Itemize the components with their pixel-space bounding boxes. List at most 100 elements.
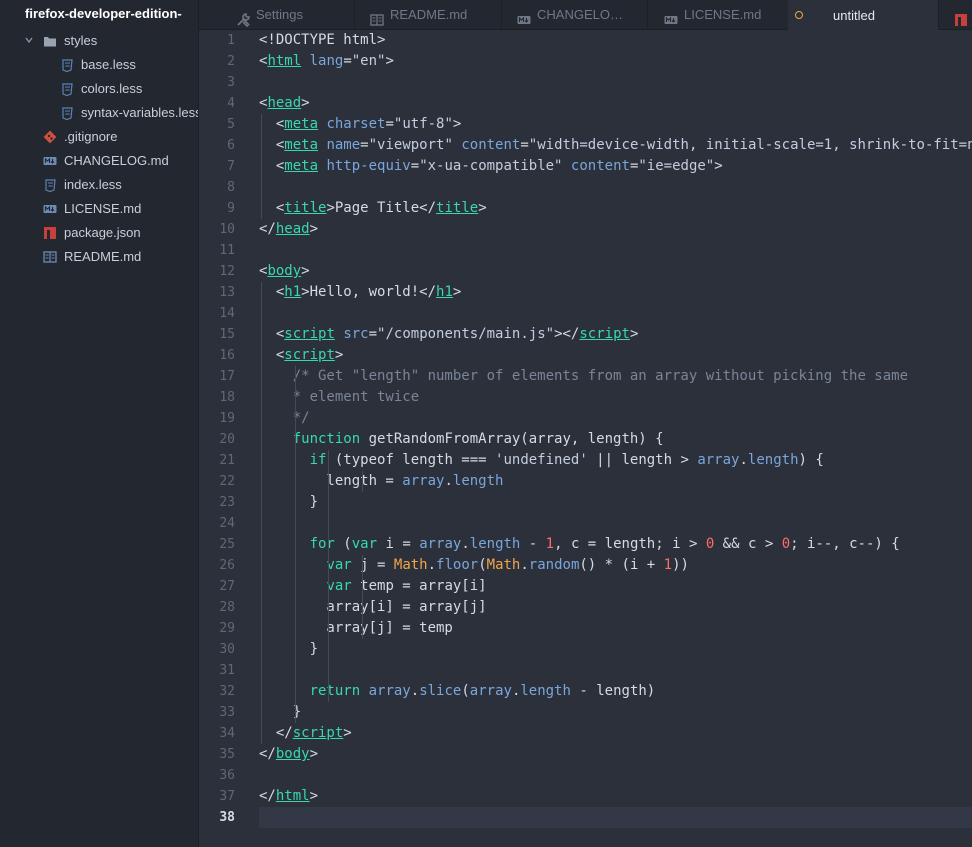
tab-package[interactable] xyxy=(954,0,972,29)
code-token: length xyxy=(469,536,521,552)
code-token: script xyxy=(292,725,344,741)
indent-guide xyxy=(362,471,364,492)
code-token: html xyxy=(275,788,310,804)
tree-file-item[interactable]: index.less xyxy=(43,175,122,195)
code-token: > xyxy=(452,284,462,300)
code-line: <head> xyxy=(259,93,310,114)
chevron-down-icon[interactable] xyxy=(25,36,33,44)
code-line: if (typeof length === 'undefined' || len… xyxy=(259,450,824,471)
tab-label: README.md xyxy=(390,7,468,22)
line-number: 38 xyxy=(219,810,235,825)
code-line: * element twice xyxy=(259,387,419,408)
tree-file-item[interactable]: base.less xyxy=(60,55,136,75)
code-token: . xyxy=(444,473,453,489)
tab-settings[interactable]: Settings xyxy=(236,0,303,29)
code-token: temp = array[i] xyxy=(351,578,487,594)
code-token: . xyxy=(461,536,470,552)
line-number: 17 xyxy=(219,369,235,384)
tab-readme[interactable]: README.md xyxy=(370,0,467,29)
tree-file-item[interactable]: .gitignore xyxy=(43,127,117,147)
code-token: "en" xyxy=(351,53,386,69)
code-token: < xyxy=(259,137,285,153)
line-number: 24 xyxy=(219,516,235,531)
code-token: 1 xyxy=(663,557,673,573)
code-token: script xyxy=(284,347,335,363)
tree-file-item[interactable]: package.json xyxy=(43,223,141,243)
line-number: 21 xyxy=(219,453,235,468)
tree-file-item[interactable]: syntax-variables.less xyxy=(60,103,198,123)
code-token: = xyxy=(385,116,394,132)
code-token: content xyxy=(461,137,521,153)
code-token: */ xyxy=(259,410,310,426)
line-number: 13 xyxy=(219,285,235,300)
code-token: title xyxy=(284,200,327,216)
code-token: body xyxy=(267,263,302,279)
tree-file-item[interactable]: LICENSE.md xyxy=(43,199,141,219)
line-number: 7 xyxy=(227,159,235,174)
tree-file-item[interactable]: CHANGELOG.md xyxy=(43,151,169,171)
code-token: </ xyxy=(259,788,276,804)
line-number: 2 xyxy=(227,54,235,69)
line-number: 20 xyxy=(219,432,235,447)
code-token: || length > xyxy=(587,452,698,468)
tree-file-label: index.less xyxy=(64,177,122,192)
code-token: . xyxy=(739,452,748,468)
cursor-line-highlight xyxy=(259,807,972,828)
line-number: 18 xyxy=(219,390,235,405)
code-token: length xyxy=(452,473,504,489)
code-line: function getRandomFromArray(array, lengt… xyxy=(259,429,664,450)
tree-folder-styles[interactable]: styles xyxy=(43,31,97,51)
indent-guide xyxy=(261,282,262,744)
tab-label: CHANGELO… xyxy=(537,7,623,22)
tab-license[interactable]: LICENSE.md xyxy=(664,0,761,29)
tree-file-item[interactable]: README.md xyxy=(43,247,141,267)
tab-changelog[interactable]: CHANGELO… xyxy=(517,0,623,29)
modified-dot-icon[interactable] xyxy=(795,11,803,19)
code-token: array xyxy=(697,452,740,468)
indent-guide xyxy=(261,114,262,219)
tree-file-label: .gitignore xyxy=(64,129,118,144)
folder-icon xyxy=(43,34,57,48)
tab-label: LICENSE.md xyxy=(684,7,762,22)
tab-label: Settings xyxy=(256,7,303,22)
indent-guide xyxy=(294,366,296,723)
code-token: "ie=edge" xyxy=(638,158,715,174)
tab-untitled[interactable]: untitled xyxy=(788,0,938,30)
code-token: > xyxy=(343,725,352,741)
book-icon xyxy=(370,8,384,26)
code-token: floor xyxy=(436,557,479,573)
code-token: && c > xyxy=(714,536,782,552)
line-number: 15 xyxy=(219,327,235,342)
tree-view: firefox-developer-edition- styles base.l… xyxy=(0,0,199,847)
line-number: 34 xyxy=(219,726,235,741)
code-token: ( xyxy=(461,683,470,699)
code-editor[interactable]: 1 2 3 4 5 6 7 8 9 10 11 12 13 14 15 16 17 18 19 20 21 22 23 24 2… xyxy=(199,30,972,847)
code-token: var xyxy=(326,578,352,594)
code-token: meta xyxy=(284,116,319,132)
css-file-icon xyxy=(60,106,74,121)
code-token: 0 xyxy=(705,536,715,552)
project-title[interactable]: firefox-developer-edition- xyxy=(25,6,182,21)
code-token: random xyxy=(528,557,580,573)
code-token: meta xyxy=(284,137,319,153)
code-line: for (var i = array.length - 1, c = lengt… xyxy=(259,534,900,555)
code-token: ></ xyxy=(554,326,580,342)
code-token: )) xyxy=(672,557,689,573)
book-icon xyxy=(43,250,57,264)
code-token: > xyxy=(309,746,319,762)
code-token: slice xyxy=(419,683,462,699)
line-number: 23 xyxy=(219,495,235,510)
code-token: var xyxy=(326,557,352,573)
css-file-icon xyxy=(60,58,74,73)
tree-file-item[interactable]: colors.less xyxy=(60,79,142,99)
code-token: - length) xyxy=(570,683,656,699)
code-token: ( xyxy=(334,536,352,552)
line-number: 25 xyxy=(219,537,235,552)
code-token: body xyxy=(275,746,310,762)
npm-icon xyxy=(954,8,968,26)
code-token: > xyxy=(629,326,639,342)
code-line: <h1>Hello, world!</h1> xyxy=(259,282,461,303)
code-token: h1 xyxy=(284,284,302,300)
